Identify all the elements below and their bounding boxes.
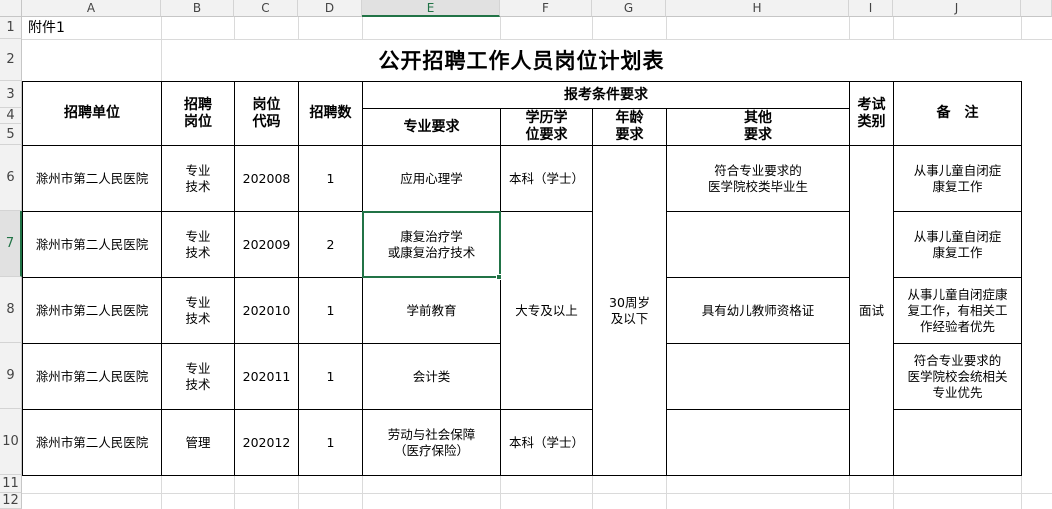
cell-unit[interactable]: 滁州市第二人民医院	[22, 145, 162, 212]
gridline-vertical	[362, 475, 363, 509]
gridline-vertical	[500, 17, 501, 39]
cell-age-merged[interactable]: 30周岁 及以下	[592, 145, 667, 476]
column-header-a[interactable]: A	[22, 0, 161, 17]
cell-code[interactable]: 202012	[234, 409, 299, 476]
column-header-e[interactable]: E	[362, 0, 500, 17]
cell-position[interactable]: 专业 技术	[161, 211, 235, 278]
row-header-12[interactable]: 12	[0, 493, 22, 509]
cell-count[interactable]: 1	[298, 343, 363, 410]
header-education[interactable]: 学历学 位要求	[500, 108, 593, 146]
gridline-vertical	[298, 17, 299, 39]
cell-count[interactable]: 2	[298, 211, 363, 278]
cell-major[interactable]: 学前教育	[362, 277, 501, 344]
header-major[interactable]: 专业要求	[362, 108, 501, 146]
cell-remark[interactable]: 从事儿童自闭症 康复工作	[893, 145, 1022, 212]
row-header-11[interactable]: 11	[0, 475, 22, 493]
cell-position[interactable]: 管理	[161, 409, 235, 476]
cell-major[interactable]: 应用心理学	[362, 145, 501, 212]
gridline-vertical	[234, 475, 235, 509]
cell-education[interactable]: 本科（学士）	[500, 145, 593, 212]
header-requirements[interactable]: 报考条件要求	[362, 81, 850, 109]
header-remark[interactable]: 备 注	[893, 81, 1022, 146]
gridline-vertical	[500, 475, 501, 509]
gridline-vertical	[234, 17, 235, 39]
column-header-j[interactable]: J	[893, 0, 1021, 17]
column-header-k[interactable]	[1021, 0, 1052, 17]
column-header-b[interactable]: B	[161, 0, 234, 17]
gridline-vertical	[362, 17, 363, 39]
cell-other[interactable]: 具有幼儿教师资格证	[666, 277, 850, 344]
cell-position[interactable]: 专业 技术	[161, 343, 235, 410]
cell-major[interactable]: 康复治疗学 或康复治疗技术	[362, 211, 501, 278]
cell-remark[interactable]: 从事儿童自闭症康 复工作，有相关工 作经验者优先	[893, 277, 1022, 344]
cell-code[interactable]: 202008	[234, 145, 299, 212]
cell-education-merged[interactable]: 大专及以上	[500, 211, 593, 410]
gridline-vertical	[1021, 475, 1022, 509]
row-header-7[interactable]: 7	[0, 211, 22, 277]
gridline-vertical	[849, 475, 850, 509]
gridline-vertical	[893, 17, 894, 39]
cell-other[interactable]	[666, 409, 850, 476]
sheet-title[interactable]: 公开招聘工作人员岗位计划表	[22, 40, 1021, 81]
cell-major[interactable]: 会计类	[362, 343, 501, 410]
column-header-h[interactable]: H	[666, 0, 849, 17]
cell-code[interactable]: 202011	[234, 343, 299, 410]
cell-other[interactable]: 符合专业要求的 医学院校类毕业生	[666, 145, 850, 212]
gridline-vertical	[592, 475, 593, 509]
cell-exam-merged[interactable]: 面试	[849, 145, 894, 476]
row-header-4[interactable]: 4	[0, 108, 22, 124]
header-count[interactable]: 招聘数	[298, 81, 363, 146]
cell-unit[interactable]: 滁州市第二人民医院	[22, 211, 162, 278]
cell-count[interactable]: 1	[298, 409, 363, 476]
fill-handle[interactable]	[496, 274, 502, 280]
gridline-vertical	[893, 475, 894, 509]
row-header-3[interactable]: 3	[0, 81, 22, 108]
header-code[interactable]: 岗位 代码	[234, 81, 299, 146]
header-other[interactable]: 其他 要求	[666, 108, 850, 146]
cell-other[interactable]	[666, 211, 850, 278]
gridline-vertical	[592, 17, 593, 39]
header-age[interactable]: 年龄 要求	[592, 108, 667, 146]
column-header-c[interactable]: C	[234, 0, 298, 17]
column-header-i[interactable]: I	[849, 0, 893, 17]
cell-major[interactable]: 劳动与社会保障 （医疗保险）	[362, 409, 501, 476]
gridline-vertical	[666, 475, 667, 509]
cell-remark[interactable]: 符合专业要求的 医学院校会统相关 专业优先	[893, 343, 1022, 410]
cell-position[interactable]: 专业 技术	[161, 145, 235, 212]
row-header-6[interactable]: 6	[0, 145, 22, 211]
row-header-9[interactable]: 9	[0, 343, 22, 409]
cell-code[interactable]: 202009	[234, 211, 299, 278]
row-header-1[interactable]: 1	[0, 17, 22, 39]
row-header-2[interactable]: 2	[0, 39, 22, 81]
gridline-horizontal	[22, 493, 1052, 494]
cell-a1[interactable]: 附件1	[24, 17, 154, 39]
cell-unit[interactable]: 滁州市第二人民医院	[22, 277, 162, 344]
row-header-8[interactable]: 8	[0, 277, 22, 343]
cell-count[interactable]: 1	[298, 277, 363, 344]
header-position[interactable]: 招聘 岗位	[161, 81, 235, 146]
cell-unit[interactable]: 滁州市第二人民医院	[22, 343, 162, 410]
cell-count[interactable]: 1	[298, 145, 363, 212]
gridline-vertical	[666, 17, 667, 39]
header-unit[interactable]: 招聘单位	[22, 81, 162, 146]
column-header-f[interactable]: F	[500, 0, 592, 17]
cell-remark[interactable]: 从事儿童自闭症 康复工作	[893, 211, 1022, 278]
gridline-vertical	[1021, 17, 1022, 39]
cell-position[interactable]: 专业 技术	[161, 277, 235, 344]
cell-code[interactable]: 202010	[234, 277, 299, 344]
gridline-vertical	[849, 17, 850, 39]
gridline-vertical	[161, 475, 162, 509]
column-header-d[interactable]: D	[298, 0, 362, 17]
select-all-corner[interactable]	[0, 0, 22, 17]
column-header-g[interactable]: G	[592, 0, 666, 17]
cell-unit[interactable]: 滁州市第二人民医院	[22, 409, 162, 476]
gridline-vertical	[298, 475, 299, 509]
row-header-10[interactable]: 10	[0, 409, 22, 475]
cell-remark[interactable]	[893, 409, 1022, 476]
cell-education[interactable]: 本科（学士）	[500, 409, 593, 476]
header-exam[interactable]: 考试 类别	[849, 81, 894, 146]
cell-other[interactable]	[666, 343, 850, 410]
row-header-5[interactable]: 5	[0, 124, 22, 145]
